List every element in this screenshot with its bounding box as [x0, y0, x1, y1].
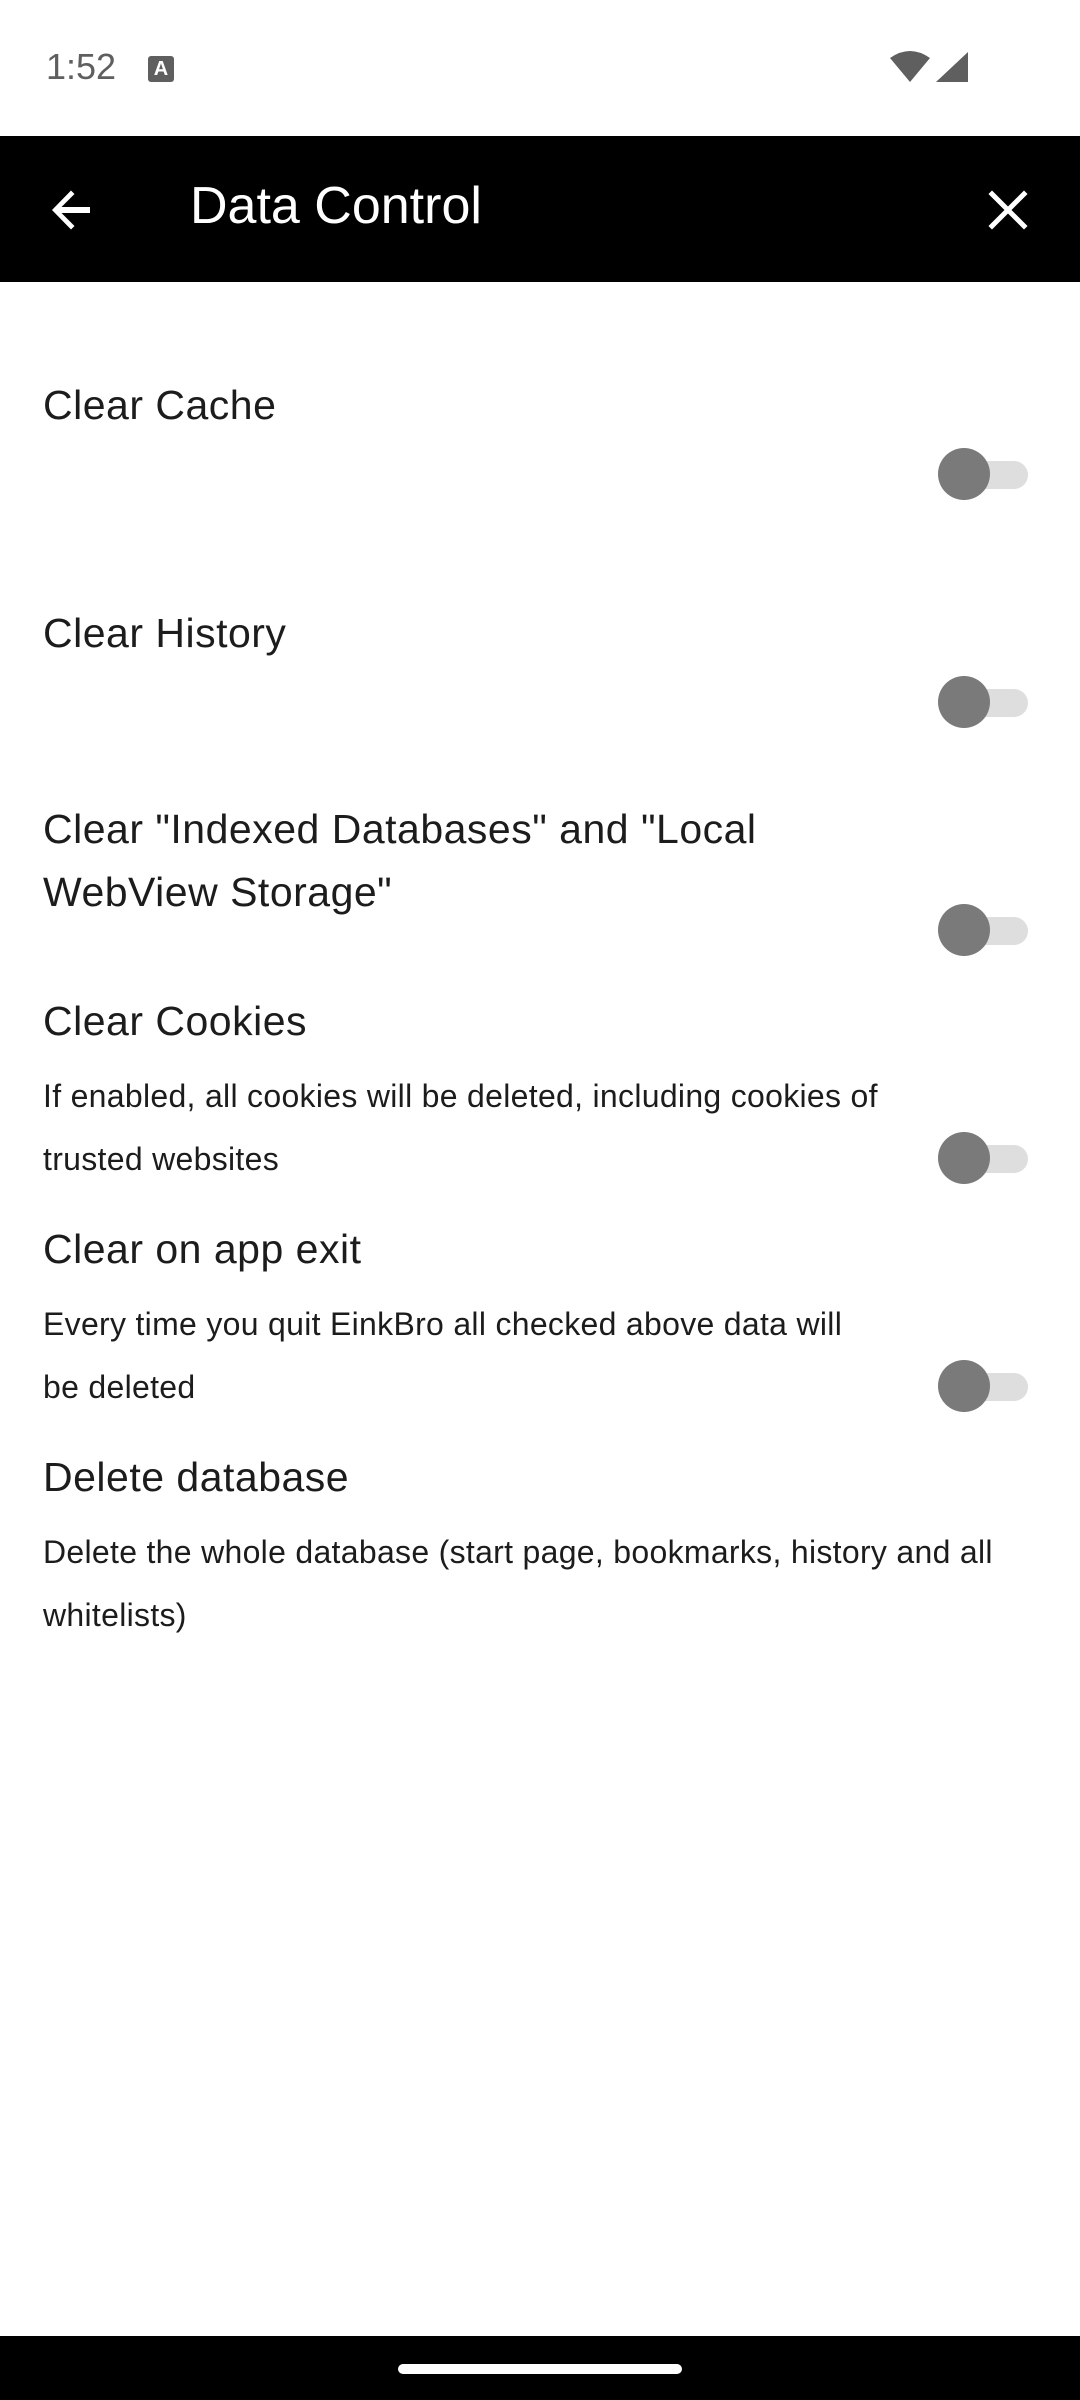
pref-clear-on-app-exit[interactable]: Clear on app exit Every time you quit Ei…: [0, 1218, 1080, 1438]
clear-cache-switch[interactable]: [938, 446, 1028, 502]
back-button[interactable]: [34, 172, 110, 248]
pref-title: Clear on app exit: [43, 1226, 362, 1272]
close-icon: [988, 190, 1028, 230]
pref-summary: If enabled, all cookies will be deleted,…: [43, 1078, 878, 1177]
cell-signal-icon: [936, 52, 968, 82]
arrow-back-icon: [52, 190, 90, 230]
pref-title: Clear "Indexed Databases" and "Local Web…: [43, 806, 757, 915]
pref-title: Clear Cookies: [43, 998, 307, 1044]
app-bar: Data Control: [0, 136, 1080, 282]
clear-indexed-databases-switch[interactable]: [938, 902, 1028, 958]
navigation-bar: [0, 2336, 1080, 2400]
clear-on-app-exit-switch[interactable]: [938, 1358, 1028, 1414]
pref-summary: Delete the whole database (start page, b…: [43, 1534, 993, 1633]
status-time: 1:52: [46, 46, 117, 87]
clear-cookies-switch[interactable]: [938, 1130, 1028, 1186]
pref-clear-cookies[interactable]: Clear Cookies If enabled, all cookies wi…: [0, 990, 1080, 1210]
switch-thumb: [938, 904, 990, 956]
pref-title: Clear History: [43, 610, 287, 656]
pref-clear-indexed-databases[interactable]: Clear "Indexed Databases" and "Local Web…: [0, 798, 1080, 998]
pref-summary: Every time you quit EinkBro all checked …: [43, 1306, 843, 1405]
switch-thumb: [938, 448, 990, 500]
page-title: Data Control: [190, 177, 482, 235]
switch-thumb: [938, 676, 990, 728]
clear-history-switch[interactable]: [938, 674, 1028, 730]
home-indicator[interactable]: [398, 2364, 682, 2374]
close-button[interactable]: [970, 172, 1046, 248]
switch-thumb: [938, 1132, 990, 1184]
pref-clear-history[interactable]: Clear History: [0, 570, 1080, 770]
wifi-icon: [890, 51, 930, 82]
text-notification-icon: A: [148, 56, 174, 82]
pref-title: Delete database: [43, 1454, 350, 1500]
pref-title: Clear Cache: [43, 382, 277, 428]
pref-delete-database[interactable]: Delete database Delete the whole databas…: [0, 1446, 1080, 1666]
switch-thumb: [938, 1360, 990, 1412]
status-bar: 1:52 A: [0, 0, 1080, 136]
pref-clear-cache[interactable]: Clear Cache: [0, 342, 1080, 542]
